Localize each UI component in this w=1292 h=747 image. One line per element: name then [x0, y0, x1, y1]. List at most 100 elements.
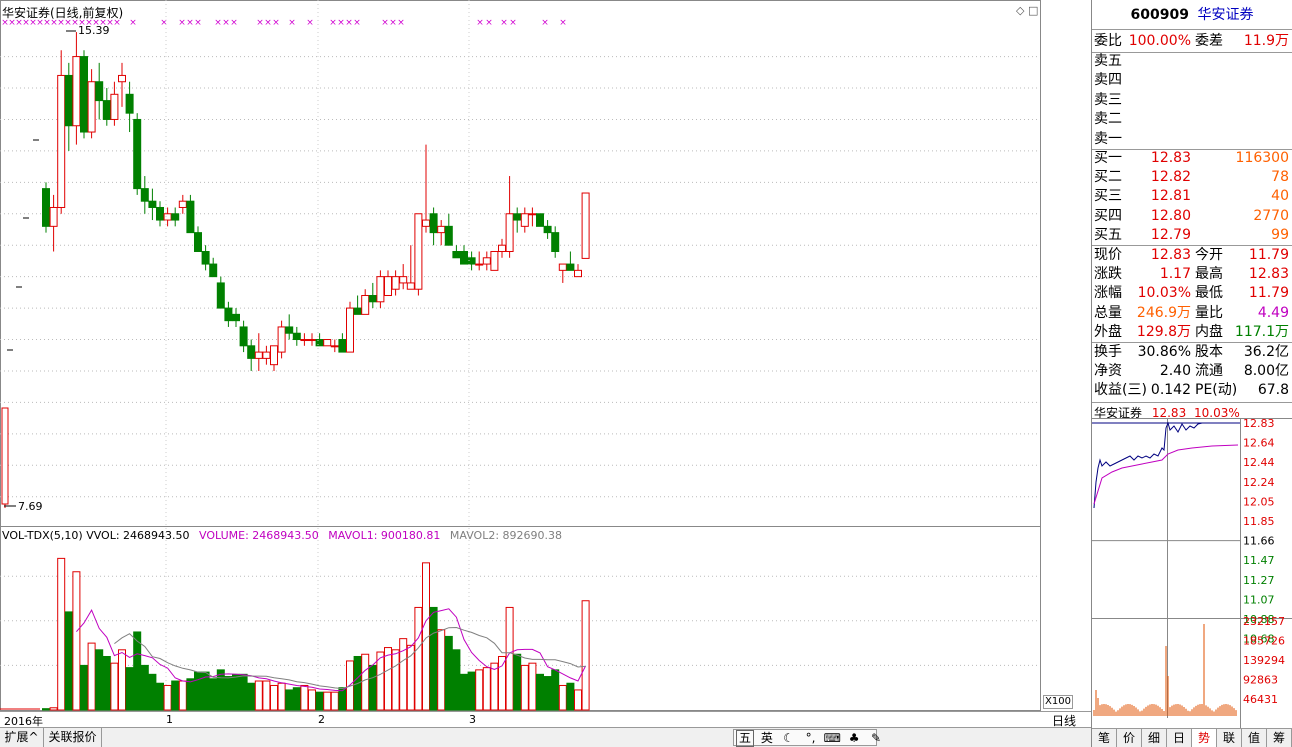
mini-price-line [1093, 421, 1238, 509]
fund-row: 收益(三) 0.142 PE(动) 67.8 [1094, 381, 1291, 400]
candle [315, 333, 324, 347]
ime-toolbar[interactable]: 五 英 ☾ °, ⌨ ♣ ✎ [733, 729, 881, 747]
low-label: 7.69 [18, 500, 43, 513]
candle-body [308, 339, 316, 342]
candle [414, 213, 423, 296]
skin-icon[interactable]: ♣ [845, 731, 863, 746]
kline-panel[interactable]: 15.0014.5014.0013.5013.0012.5012.0011.50… [0, 0, 1073, 711]
square-icon[interactable]: □ [1028, 4, 1038, 17]
candle [95, 62, 104, 120]
candle-body [452, 250, 461, 259]
candle-body [498, 244, 506, 252]
fund-value: 2.40 [1159, 363, 1191, 380]
volume-bar [64, 611, 73, 711]
right-tab-1[interactable]: 价 [1117, 729, 1142, 747]
volume-bar [102, 655, 111, 711]
candle-body [87, 81, 96, 133]
signal-marker: × [214, 18, 222, 28]
fund-label: 流通 [1195, 363, 1223, 380]
buy-volume: 78 [1271, 169, 1289, 186]
settings-icon[interactable]: ✎ [867, 731, 885, 746]
candle-body [171, 213, 180, 221]
volume-bar [505, 606, 514, 711]
candle [399, 264, 408, 290]
buy-row: 买四 12.80 2770 [1094, 207, 1291, 226]
fund-value: 30.86% [1137, 344, 1191, 360]
kline-title: 华安证券(日线,前复权) [2, 6, 124, 20]
stat-row: 总量 246.9万 量比 4.49 [1094, 304, 1291, 323]
volume-bar [186, 678, 195, 711]
candle-body [1, 407, 9, 505]
right-tab-2[interactable]: 细 [1142, 729, 1167, 747]
buy-price: 12.83 [1150, 150, 1191, 166]
candle [528, 207, 537, 227]
volume-bar [368, 664, 377, 711]
right-tab-3[interactable]: 日 [1167, 729, 1192, 747]
volume-bar [148, 673, 157, 711]
candle [482, 251, 491, 271]
volume-bar [80, 664, 88, 711]
candle [338, 333, 347, 353]
candle-body [338, 339, 347, 353]
moon-icon[interactable]: ☾ [780, 731, 798, 746]
candle [574, 264, 582, 278]
date-axis: 2016年 1 2 3 日线 [0, 711, 1091, 728]
mini-vol-label: 46431 [1243, 693, 1278, 706]
buy-volume: 40 [1271, 188, 1289, 205]
candle-body [399, 276, 408, 284]
right-tab-6[interactable]: 值 [1242, 729, 1267, 747]
ime-lang-icon[interactable]: 英 [758, 731, 776, 746]
volume-bar [216, 669, 225, 711]
stat-value: 246.9万 [1136, 304, 1191, 321]
expand-button[interactable]: 扩展^ [0, 728, 44, 747]
candle-body [64, 74, 73, 127]
candle-body [346, 307, 354, 353]
keyboard-icon[interactable]: ⌨ [823, 731, 841, 746]
candle-body [543, 225, 552, 234]
candle [277, 320, 286, 359]
fund-value: 8.00亿 [1243, 363, 1289, 380]
volume-bar [330, 691, 339, 711]
stat-value: 117.1万 [1234, 323, 1289, 340]
candle-body [178, 200, 187, 208]
right-tab-4[interactable]: 势 [1192, 729, 1217, 747]
sell-row: 卖二 [1094, 110, 1291, 129]
volume-bar [247, 682, 256, 711]
candle [148, 188, 157, 221]
related-quote-tab[interactable]: 关联报价 [44, 728, 102, 747]
vol-indicator-name: VOL-TDX(5,10) [2, 529, 83, 542]
signal-marker: × [264, 18, 272, 28]
candle-body [406, 282, 415, 290]
kline-chart[interactable]: 15.0014.5014.0013.5013.0012.5012.0011.50… [0, 0, 1041, 711]
ime-mode-icon[interactable]: 五 [736, 730, 754, 747]
volume-bar [566, 682, 575, 711]
candle-body [133, 118, 142, 190]
intraday-chart[interactable]: 12.83 12.64 12.44 12.24 12.05 11.85 11.66 11.47… [1092, 418, 1292, 728]
axis-label-mar: 3 [469, 713, 476, 726]
candle [133, 113, 142, 195]
diamond-icon[interactable]: ◇ [1016, 4, 1024, 17]
volume-bar [72, 571, 81, 711]
right-tab-7[interactable]: 筹 [1267, 729, 1292, 747]
volume-bar [87, 642, 96, 711]
candle-body [194, 232, 202, 252]
volume-bar [520, 664, 529, 711]
signal-marker: × [178, 18, 186, 28]
volume-bar [42, 708, 50, 711]
candle-body [368, 295, 377, 303]
candle-body [315, 339, 324, 347]
volume-bar [482, 667, 491, 711]
candle [429, 207, 438, 246]
candle-body [376, 276, 385, 303]
punct-icon[interactable]: °, [801, 731, 819, 746]
volume-bar [140, 664, 149, 711]
candle [270, 345, 278, 371]
bottom-bar: 扩展^ 关联报价 五 英 ☾ °, ⌨ ♣ ✎ [0, 727, 1091, 747]
candle [505, 176, 514, 258]
right-tab-5[interactable]: 联 [1217, 729, 1242, 747]
stat-value: 10.03% [1137, 285, 1191, 302]
volume-bar [292, 687, 301, 711]
right-tab-0[interactable]: 笔 [1092, 729, 1117, 747]
stat-row: 现价 12.83 今开 11.79 [1094, 246, 1291, 265]
candle-body [277, 326, 286, 353]
